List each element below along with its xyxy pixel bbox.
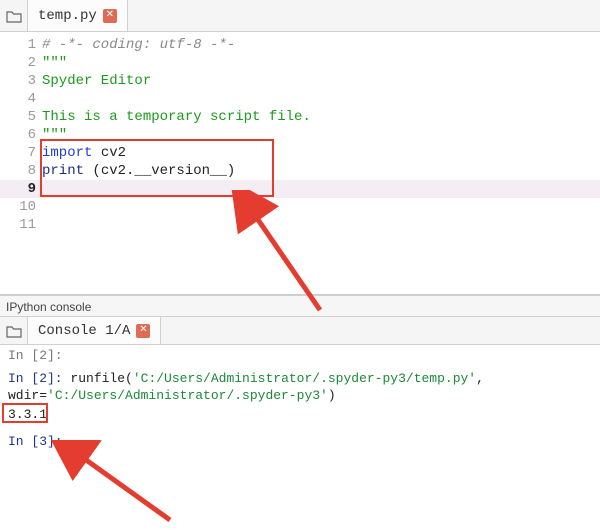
console-line: In [2]: runfile('C:/Users/Administrator/… [8,370,592,404]
code-line: import [42,145,92,161]
editor-tab-temp-py[interactable]: temp.py ✕ [28,0,128,31]
code-area[interactable]: # -*- coding: utf-8 -*- """ Spyder Edito… [42,36,600,294]
console-tab[interactable]: Console 1/A ✕ [28,317,161,344]
close-icon[interactable]: ✕ [103,9,117,23]
console-tabbar: Console 1/A ✕ [0,317,600,345]
editor-tabbar: temp.py ✕ [0,0,600,32]
line-number-gutter: 1 2 3 4 5 6 7 8 9 10 11 [0,36,42,294]
browse-files-button[interactable] [0,0,28,31]
code-line: """ [42,127,67,143]
console-tab-label: Console 1/A [38,323,130,339]
code-line: This is a temporary script file. [42,109,311,125]
close-icon[interactable]: ✕ [136,324,150,338]
console-output[interactable]: In [2]: In [2]: runfile('C:/Users/Admini… [0,345,600,458]
console-options-button[interactable] [0,317,28,344]
console-line: In [2]: [8,347,592,364]
code-editor[interactable]: 1 2 3 4 5 6 7 8 9 10 11 # -*- coding: ut… [0,32,600,294]
code-line: print [42,163,84,179]
folder-icon [6,9,22,23]
console-pane-title: IPython console [0,294,600,317]
console-prompt[interactable]: In [3]: [8,433,592,450]
console-output-value: 3.3.1 [8,406,592,423]
folder-icon [6,324,22,338]
code-line: """ [42,55,67,71]
code-line: # -*- coding: utf-8 -*- [42,37,235,53]
editor-tab-label: temp.py [38,8,97,24]
code-line: Spyder Editor [42,73,151,89]
